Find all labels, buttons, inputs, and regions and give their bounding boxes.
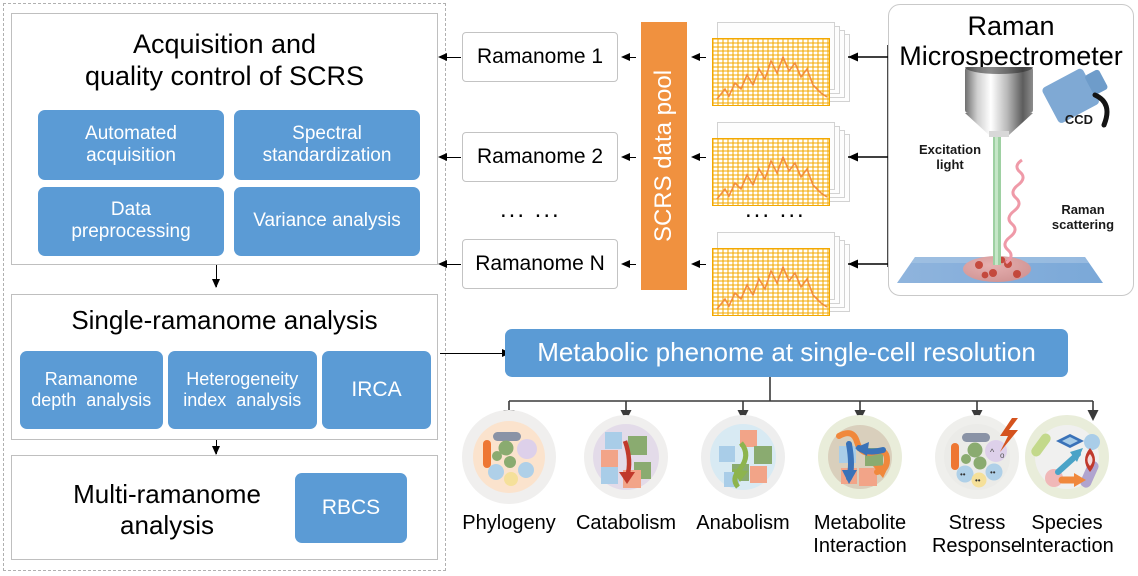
raman-title-line1: Raman [967,11,1055,41]
arrow-ramanome1-to-workflow [438,53,461,61]
phenotype-label-line1: Metabolite [813,512,907,534]
species-interaction-icon [1025,415,1109,499]
svg-text:••: •• [960,470,966,479]
arrow-single-to-multi [212,440,220,455]
acquisition-module-grid: Automated acquisition Spectral standardiza… [38,110,420,256]
metabolic-phenome-bar[interactable]: Metabolic phenome at single-cell resolut… [505,329,1068,377]
module-label: Ramanome depth analysis [31,369,152,410]
multi-title-line1: Multi-ramanome [73,479,261,509]
module-irca[interactable]: IRCA [322,351,431,429]
arrow-pool-to-ramanome2 [621,153,636,161]
scrs-data-pool[interactable]: SCRS data pool [641,22,687,290]
module-heterogeneity-index-analysis[interactable]: Heterogeneity index analysis [167,351,318,429]
module-label: Automated acquisition [85,122,177,166]
module-automated-acquisition[interactable]: Automated acquisition [38,110,224,180]
module-spectral-standardization[interactable]: Spectral standardization [234,110,420,180]
arrow-stackN-to-pool [691,260,706,268]
raman-scattering-label: Raman scattering [1035,202,1131,233]
acquisition-panel: Acquisition and quality control of SCRS … [11,13,438,265]
raman-scattering-line2: scattering [1051,216,1115,232]
phenotype-label-line1: Phylogeny [462,512,556,534]
module-variance-analysis[interactable]: Variance analysis [234,186,420,256]
acquisition-panel-title: Acquisition and quality control of SCRS [12,28,437,93]
module-label: Data preprocessing [71,199,191,243]
catabolism-icon [584,415,668,499]
ramanome-box-1[interactable]: Ramanome 1 [462,32,618,82]
arrow-stack1-to-pool [691,53,706,61]
anabolism-icon [701,415,785,499]
phylogeny-icon [473,421,545,493]
raman-microspectrometer-title: Raman Microspectrometer [889,11,1133,71]
scrs-data-pool-label: SCRS data pool [650,69,677,243]
spectra-stack-N [712,228,852,316]
multi-ramanome-title: Multi-ramanome analysis [52,479,282,541]
phenotype-label-line1: Species [1031,512,1103,534]
phenotype-label: Species Interaction [1004,512,1130,558]
multi-title-line2: analysis [120,510,214,541]
phenotype-label-line1: Anabolism [696,512,790,534]
phenotype-label: Metabolite Interaction [797,512,923,558]
module-label: IRCA [351,377,402,401]
ramanome-ellipsis: ... ... [500,196,561,223]
module-label: Variance analysis [253,210,401,232]
module-ramanome-depth-analysis[interactable]: Ramanome depth analysis [20,351,163,429]
ramanome-box-2[interactable]: Ramanome 2 [462,132,618,182]
module-label: Heterogeneity index analysis [183,369,302,410]
multi-ramanome-panel: Multi-ramanome analysis RBCS [11,455,438,560]
single-ramanome-module-grid: Ramanome depth analysis Heterogeneity inde… [20,351,431,429]
svg-text:••: •• [975,476,981,485]
acquisition-title-line1: Acquisition and [132,29,317,59]
excitation-light-label: Excitation light [903,142,997,173]
ramanome-label: Ramanome 1 [476,45,604,68]
phenotype-label: Phylogeny [446,512,572,535]
ramanome-label: Ramanome N [475,252,605,275]
arrow-workflow-to-phenome [440,349,511,357]
phenotype-label: Anabolism [680,512,806,535]
acquisition-title-line2: quality control of SCRS [84,61,365,92]
module-label: RBCS [321,495,381,519]
metabolic-phenome-label: Metabolic phenome at single-cell resolut… [537,337,1036,368]
arrow-pool-to-ramanome1 [621,53,636,61]
spectra-sheet-front [712,248,830,316]
single-ramanome-title: Single-ramanome analysis [71,305,378,335]
diagram-canvas: Acquisition and quality control of SCRS … [0,0,1138,576]
module-data-preprocessing[interactable]: Data preprocessing [38,186,224,256]
spectra-stack-ellipsis: ... ... [745,196,806,223]
raman-microspectrometer-panel: Raman Microspectrometer Excitation light… [888,4,1134,296]
excitation-label-line2: light [936,156,964,172]
raman-instrument-illustration [897,67,1110,283]
single-ramanome-panel: Single-ramanome analysis Ramanome depth a… [11,294,438,440]
svg-text:••: •• [990,468,996,477]
ccd-label: CCD [1064,112,1094,127]
phenotype-label-line2: Interaction [813,535,907,557]
spectra-grid [713,39,829,105]
raman-scattering-line1: Raman [1061,202,1105,217]
spectra-stack-2 [712,118,852,206]
arrow-ramanome2-to-workflow [438,153,461,161]
ramanome-box-N[interactable]: Ramanome N [462,239,618,289]
arrow-ramanomeN-to-workflow [438,260,461,268]
arrow-stack2-to-pool [691,153,706,161]
arrow-acquisition-to-single [212,265,220,288]
spectra-sheet-front [712,38,830,106]
ramanome-label: Ramanome 2 [476,145,604,168]
svg-text:o: o [1000,451,1005,460]
spectra-grid [713,249,829,315]
arrow-pool-to-ramanomeN [621,260,636,268]
metabolite-interaction-icon [818,415,902,499]
spectra-stack-1 [712,18,852,106]
phenotype-label: Catabolism [563,512,689,535]
module-rbcs[interactable]: RBCS [295,473,407,543]
phenotype-label-line2: Interaction [1020,535,1114,557]
module-label: Spectral standardization [262,122,392,166]
phenotype-label-line1: Catabolism [575,512,677,534]
excitation-label-line1: Excitation [918,142,982,157]
